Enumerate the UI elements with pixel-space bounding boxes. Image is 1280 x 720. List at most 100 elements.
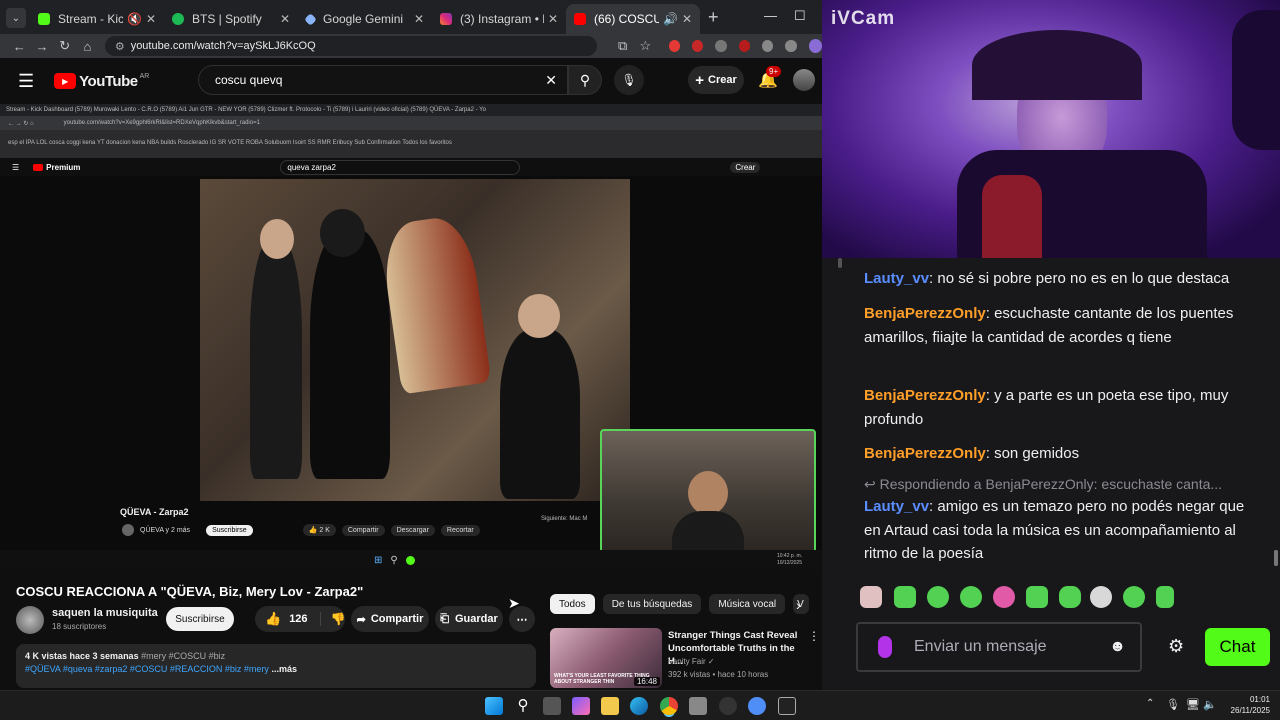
- emote-icon[interactable]: [1123, 586, 1145, 608]
- app-icon[interactable]: [748, 697, 766, 715]
- task-view-icon[interactable]: [543, 697, 561, 715]
- extension-icon[interactable]: [692, 40, 704, 52]
- audio-icon[interactable]: 🔊: [663, 12, 678, 26]
- profile-avatar[interactable]: [808, 39, 822, 53]
- menu-icon[interactable]: ☰: [18, 71, 34, 92]
- chat-username[interactable]: BenjaPerezzOnly: [864, 387, 986, 404]
- search-input[interactable]: coscu quevq ✕: [198, 65, 568, 95]
- chat-settings-gear-icon[interactable]: ⚙: [1168, 636, 1184, 657]
- emote-icon[interactable]: [1090, 586, 1112, 608]
- close-tab-icon[interactable]: ✕: [280, 12, 290, 26]
- microphone-icon[interactable]: [878, 636, 892, 658]
- nested-taskbar: ⊞ ⚲ 10:42 p. m. 10/12/2025: [0, 550, 822, 570]
- nested-clock: 10:42 p. m. 10/12/2025: [776, 553, 802, 566]
- browser-tab-youtube[interactable]: (66) COSCU REACCI 🔊 ✕: [566, 4, 700, 34]
- reading-list-icon[interactable]: [785, 40, 797, 52]
- site-info-icon[interactable]: ⚙: [115, 40, 125, 53]
- chat-username[interactable]: Lauty_vv: [864, 270, 929, 287]
- dislike-icon[interactable]: 👎: [319, 612, 346, 626]
- volume-icon[interactable]: 🔈: [1203, 698, 1217, 711]
- obs-icon[interactable]: [719, 697, 737, 715]
- description-box[interactable]: 4 K vistas hace 3 semanas #mery #COSCU #…: [16, 644, 536, 688]
- page-scroll-thumb[interactable]: [1274, 550, 1278, 566]
- subscribe-button[interactable]: Suscribirse: [166, 607, 234, 631]
- chat-scrollbar[interactable]: [837, 258, 843, 690]
- chat-username[interactable]: BenjaPerezzOnly: [864, 305, 986, 322]
- emote-icon[interactable]: [927, 586, 949, 608]
- reload-icon[interactable]: ↻: [53, 38, 76, 54]
- chat-username[interactable]: BenjaPerezzOnly: [864, 445, 986, 462]
- chrome-icon[interactable]: [660, 697, 678, 715]
- emote-icon[interactable]: [1026, 586, 1048, 608]
- copilot-icon[interactable]: [572, 697, 590, 715]
- forward-icon[interactable]: →: [31, 39, 54, 54]
- emoji-icon[interactable]: ☻: [1109, 638, 1126, 656]
- maximize-icon[interactable]: ☐: [794, 8, 806, 24]
- recommended-menu-icon[interactable]: ⋮: [808, 629, 820, 643]
- minimize-icon[interactable]: —: [764, 8, 777, 23]
- nested-video-frame: [200, 179, 630, 501]
- address-bar[interactable]: ⚙ youtube.com/watch?v=aySkLJ6KcOQ: [104, 36, 598, 56]
- close-tab-icon[interactable]: ✕: [414, 12, 424, 26]
- emote-icon[interactable]: [894, 586, 916, 608]
- share-button[interactable]: ➦ Compartir: [351, 606, 429, 632]
- extension-icon[interactable]: [715, 40, 727, 52]
- emote-icon[interactable]: [860, 586, 882, 608]
- cast-icon[interactable]: ⧉: [611, 38, 634, 54]
- extension-icon[interactable]: [668, 40, 680, 52]
- emote-icon[interactable]: [1156, 586, 1174, 608]
- tab-search-icon[interactable]: ⌄: [6, 8, 26, 28]
- browser-tab-instagram[interactable]: (3) Instagram • Mensajes ✕: [432, 4, 566, 34]
- close-tab-icon[interactable]: ✕: [548, 12, 558, 26]
- channel-name[interactable]: saquen la musiquita: [52, 607, 158, 619]
- youtube-logo[interactable]: ▶ YouTube AR: [54, 73, 149, 90]
- show-hidden-icons-icon[interactable]: ⌃: [1146, 698, 1154, 709]
- clear-search-icon[interactable]: ✕: [545, 72, 557, 89]
- file-explorer-icon[interactable]: [601, 697, 619, 715]
- store-icon[interactable]: [689, 697, 707, 715]
- taskbar-search-icon[interactable]: ⚲: [514, 697, 532, 715]
- chevron-right-icon[interactable]: ›: [796, 597, 801, 613]
- like-icon[interactable]: 👍: [265, 611, 281, 627]
- network-icon[interactable]: 🖥: [1186, 698, 1200, 711]
- reply-context[interactable]: ↩ Respondiendo a BenjaPerezzOnly: escuch…: [864, 476, 1222, 493]
- voice-search-button[interactable]: 🎙: [614, 65, 644, 95]
- scroll-up-icon[interactable]: [838, 258, 842, 268]
- new-tab-button[interactable]: +: [708, 7, 719, 28]
- chat-message-input[interactable]: Enviar un mensaje ☻: [856, 622, 1142, 672]
- emote-icon[interactable]: [960, 586, 982, 608]
- recommended-thumbnail[interactable]: WHAT'S YOUR LEAST FAVORITE THING ABOUT S…: [550, 628, 662, 688]
- back-icon[interactable]: ←: [8, 39, 31, 54]
- mute-icon[interactable]: 🔇: [127, 12, 142, 26]
- browser-tab-gemini[interactable]: Google Gemini ✕: [298, 4, 432, 34]
- account-avatar[interactable]: [793, 69, 815, 91]
- video-player[interactable]: Stream - Kick Dashboard (5789) Murowaki …: [0, 104, 822, 570]
- extension-icon[interactable]: [738, 40, 751, 52]
- arm: [982, 175, 1042, 258]
- create-button[interactable]: + Crear: [688, 66, 744, 94]
- emote-icon[interactable]: [993, 586, 1015, 608]
- chat-username[interactable]: Lauty_vv: [864, 498, 929, 515]
- browser-tab-kick[interactable]: Stream - Kick Dashb 🔇 ✕: [30, 4, 164, 34]
- browser-tab-spotify[interactable]: BTS | Spotify ✕: [164, 4, 298, 34]
- start-windows-icon[interactable]: [485, 697, 503, 715]
- close-tab-icon[interactable]: ✕: [146, 12, 156, 26]
- chip-all[interactable]: Todos: [550, 594, 595, 614]
- taskbar-clock[interactable]: 01:01 26/11/2025: [1220, 694, 1270, 716]
- capcut-icon[interactable]: [778, 697, 796, 715]
- channel-avatar[interactable]: [16, 606, 44, 634]
- save-button[interactable]: ⎗ Guardar: [435, 606, 503, 632]
- chat-send-button[interactable]: Chat: [1205, 628, 1270, 666]
- close-tab-icon[interactable]: ✕: [682, 12, 692, 26]
- edge-icon[interactable]: [630, 697, 648, 715]
- show-more-link[interactable]: ...más: [271, 664, 297, 674]
- bookmark-star-icon[interactable]: ☆: [634, 38, 657, 54]
- microphone-tray-icon[interactable]: 🎙: [1166, 698, 1180, 711]
- chip-from-searches[interactable]: De tus búsquedas: [602, 594, 702, 614]
- search-button[interactable]: ⚲: [568, 65, 602, 95]
- emote-icon[interactable]: [1059, 586, 1081, 608]
- extensions-puzzle-icon[interactable]: [762, 40, 774, 52]
- home-icon[interactable]: ⌂: [76, 39, 99, 54]
- chip-vocal-music[interactable]: Música vocal: [709, 594, 786, 614]
- like-count[interactable]: 126: [289, 613, 307, 625]
